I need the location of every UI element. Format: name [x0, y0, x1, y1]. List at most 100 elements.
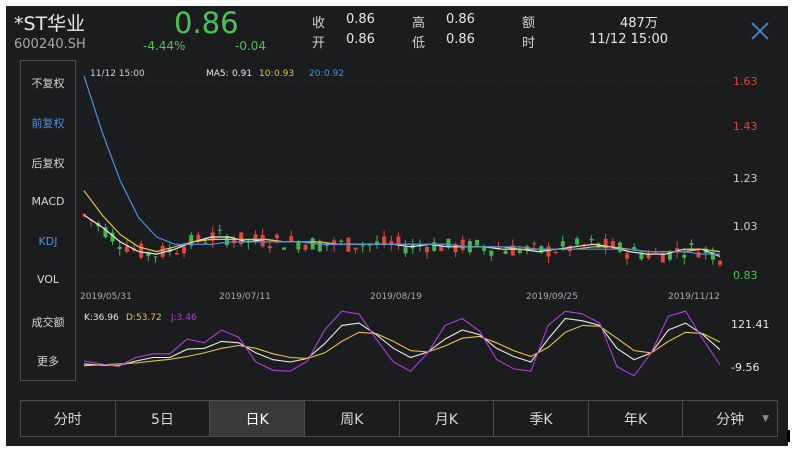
price-axis-tick: 1.43 — [733, 120, 758, 133]
tab-monthly-k[interactable]: 月K — [400, 401, 495, 436]
candle-body — [482, 247, 487, 252]
date-axis-tick: 2019/08/19 — [370, 292, 422, 302]
edge-marker — [787, 430, 790, 442]
candle-body — [367, 243, 372, 246]
candle-body — [289, 236, 294, 242]
kdj-line-j — [83, 310, 721, 377]
candle-body — [567, 245, 572, 252]
candle-body — [632, 246, 637, 251]
candle-body — [196, 234, 201, 242]
quote-value-low: 0.86 — [446, 32, 475, 47]
candle-body — [453, 244, 458, 253]
tab-intraday[interactable]: 分时 — [21, 401, 116, 436]
candle-body — [217, 229, 222, 231]
tab-yearly-k[interactable]: 年K — [589, 401, 684, 436]
quote-value-close: 0.86 — [346, 12, 375, 27]
candle-body — [696, 252, 701, 258]
ma-line-20 — [83, 75, 720, 255]
price-axis-tick: 1.03 — [733, 220, 758, 233]
kdj-d-label: D:53.72 — [126, 313, 162, 323]
candle-body — [703, 248, 708, 253]
sidebar-item-macd[interactable]: MACD — [21, 195, 75, 208]
sidebar-item-vol[interactable]: VOL — [21, 273, 75, 286]
kdj-line-k — [83, 317, 721, 367]
quote-label-close: 收 — [312, 16, 326, 31]
sidebar-item-more[interactable]: 更多 — [21, 353, 75, 369]
candle-body — [167, 248, 172, 253]
tab-daily-k[interactable]: 日K — [210, 401, 305, 436]
price-axis-tick: 1.63 — [733, 75, 758, 88]
candle-body — [260, 234, 265, 247]
candle-body — [232, 240, 237, 244]
quote-label-time: 时 — [522, 36, 536, 51]
tab-weekly-k[interactable]: 周K — [305, 401, 400, 436]
candle-body — [332, 240, 337, 246]
candle-body — [639, 253, 644, 260]
sidebar-item-turnover[interactable]: 成交额 — [21, 314, 75, 330]
tab-minute-label: 分钟 — [716, 411, 745, 428]
candle-body — [239, 232, 244, 245]
candle-body — [360, 245, 365, 247]
candle-body — [625, 253, 630, 259]
ma-line-10 — [83, 190, 721, 253]
tab-5day[interactable]: 5日 — [116, 401, 211, 436]
candle-body — [296, 241, 301, 250]
quote-label-open: 开 — [312, 36, 326, 51]
sidebar-item-no-adjust[interactable]: 不复权 — [21, 75, 75, 91]
candle-body — [682, 254, 687, 258]
quote-value-time: 11/12 15:00 — [589, 32, 669, 47]
sidebar-item-forward-adjust[interactable]: 前复权 — [21, 115, 75, 131]
candle-body — [489, 250, 494, 256]
candle-body — [310, 238, 315, 250]
candle-body — [525, 246, 530, 251]
candle-body — [582, 244, 587, 246]
sidebar-item-backward-adjust[interactable]: 后复权 — [21, 155, 75, 171]
candle-body — [475, 240, 480, 246]
candle-body — [353, 247, 358, 250]
candle-body — [667, 250, 672, 260]
kline-chart[interactable]: 11/12 15:00 MA5: 0.91 10: 0.93 20: 0.92 … — [6, 6, 788, 386]
kdj-k-label: K:36.96 — [84, 313, 119, 323]
candle-body — [132, 248, 137, 251]
candle-body — [396, 236, 401, 245]
candle-body — [89, 219, 94, 221]
candle-body — [503, 250, 508, 254]
candle-body — [432, 242, 437, 251]
candle-body — [660, 254, 665, 263]
candle-body — [253, 234, 258, 242]
ma20-value: 0.92 — [324, 69, 344, 79]
sidebar-item-kdj[interactable]: KDJ — [21, 235, 75, 248]
candle-body — [389, 240, 394, 245]
candle-body — [532, 243, 537, 245]
candle-body — [224, 236, 229, 246]
candle-body — [317, 242, 322, 252]
candle-body — [675, 248, 680, 253]
candle-body — [496, 247, 501, 250]
tab-quarterly-k[interactable]: 季K — [494, 401, 589, 436]
candle-body — [460, 239, 465, 251]
candle-body — [282, 247, 287, 250]
candle-body — [324, 244, 329, 246]
ma5-label: MA5: — [206, 69, 229, 79]
close-icon[interactable] — [749, 20, 771, 42]
candle-body — [339, 240, 344, 242]
candle-body — [346, 237, 351, 252]
stock-name: *ST华业 — [14, 13, 86, 35]
ma10-value: 0.93 — [274, 69, 294, 79]
stock-code: 600240.SH — [14, 37, 86, 52]
indicator-sidebar: 不复权 前复权 后复权 MACD KDJ VOL 成交额 更多 — [20, 60, 76, 381]
candle-body — [82, 214, 86, 216]
candle-body — [274, 234, 279, 239]
candle-body — [517, 248, 522, 253]
candle-body — [103, 227, 108, 238]
quote-label-high: 高 — [412, 16, 426, 31]
candle-body — [417, 245, 422, 247]
candle-body — [117, 246, 122, 250]
candle-body — [303, 244, 308, 250]
quote-label-amount: 额 — [522, 16, 536, 31]
candle-body — [124, 246, 129, 252]
candle-body — [646, 253, 651, 259]
tab-minute-dropdown[interactable]: 分钟 ▼ — [683, 401, 777, 436]
candle-body — [610, 241, 615, 249]
date-axis-tick: 2019/05/31 — [80, 292, 132, 302]
